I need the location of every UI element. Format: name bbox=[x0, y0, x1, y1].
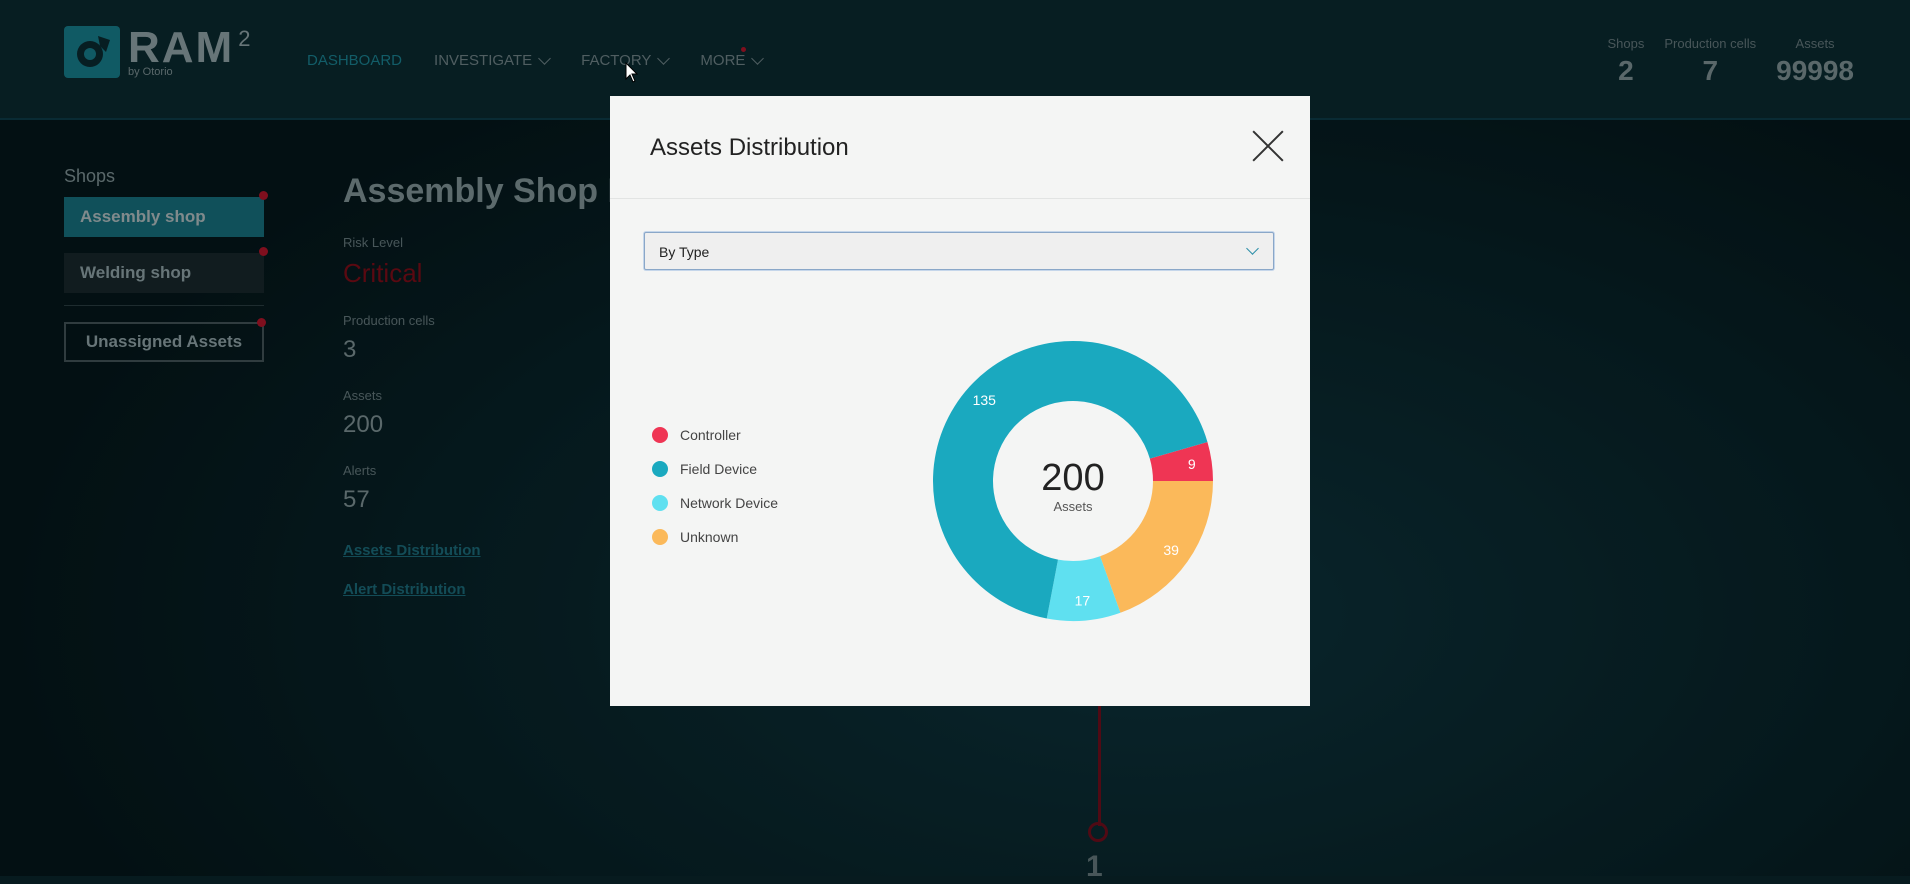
donut-center-value: 200 bbox=[1041, 457, 1104, 499]
chevron-down-icon bbox=[1246, 242, 1259, 255]
mouse-cursor-icon bbox=[625, 62, 639, 83]
assets-donut-chart: 9 39 17 135 200 Assets bbox=[933, 341, 1213, 621]
legend-label: Unknown bbox=[680, 529, 739, 545]
donut-slice-value: 135 bbox=[973, 392, 997, 408]
assets-distribution-modal: Assets Distribution By Type Controller F… bbox=[610, 96, 1310, 706]
legend-swatch bbox=[652, 427, 668, 443]
legend-label: Controller bbox=[680, 427, 741, 443]
close-icon[interactable] bbox=[1250, 128, 1286, 164]
modal-title: Assets Distribution bbox=[650, 134, 849, 161]
distribution-type-select[interactable]: By Type bbox=[644, 232, 1274, 270]
donut-slice-value: 17 bbox=[1075, 593, 1091, 609]
legend-item-controller[interactable]: Controller bbox=[652, 418, 778, 452]
modal-header: Assets Distribution bbox=[610, 96, 1310, 199]
legend-label: Network Device bbox=[680, 495, 779, 511]
legend-item-network-device[interactable]: Network Device bbox=[652, 486, 778, 520]
select-value: By Type bbox=[659, 244, 710, 260]
legend-label: Field Device bbox=[680, 461, 758, 477]
chart-legend: Controller Field Device Network Device U… bbox=[652, 418, 778, 554]
legend-swatch bbox=[652, 461, 668, 477]
donut-slice-unknown[interactable] bbox=[1100, 481, 1213, 613]
legend-item-field-device[interactable]: Field Device bbox=[652, 452, 778, 486]
legend-item-unknown[interactable]: Unknown bbox=[652, 520, 778, 554]
legend-swatch bbox=[652, 529, 668, 545]
donut-center-label: Assets bbox=[1053, 499, 1093, 514]
donut-slice-value: 9 bbox=[1188, 456, 1196, 472]
legend-swatch bbox=[652, 495, 668, 511]
donut-slice-value: 39 bbox=[1163, 542, 1179, 558]
